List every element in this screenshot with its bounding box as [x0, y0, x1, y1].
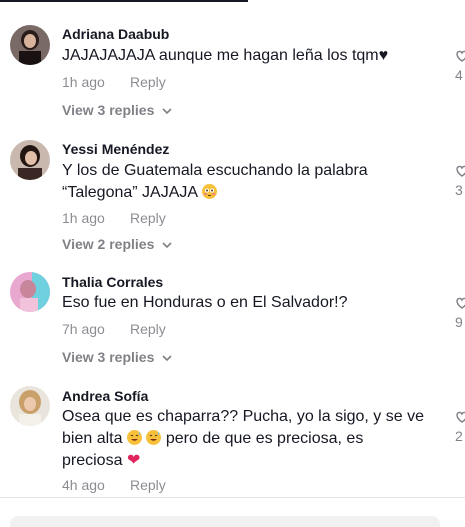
chevron-down-icon: [162, 242, 172, 248]
comment-username[interactable]: Yessi Menéndez: [62, 141, 169, 157]
like-count: 4: [455, 67, 463, 83]
comment-time: 7h ago: [62, 321, 105, 337]
add-comment-input[interactable]: [10, 516, 440, 527]
comment-time: 1h ago: [62, 74, 105, 90]
like-count: 9: [455, 314, 463, 330]
like-column: 9: [455, 296, 465, 330]
comment-text-line: Y los de Guatemala escuchando la palabra: [62, 162, 368, 179]
comment-time: 1h ago: [62, 210, 105, 226]
view-replies-label: View 3 replies: [62, 349, 155, 365]
view-replies-label: View 3 replies: [62, 102, 155, 118]
comment-text-line-2: “Talegona” JAJAJA: [62, 182, 437, 204]
avatar[interactable]: [10, 272, 50, 312]
comment-text-fragment: pero de que es preciosa, es: [165, 430, 364, 447]
comment-meta: 4h ago Reply: [62, 477, 166, 493]
comment-text-line-2: bien alta pero de que es preciosa, es: [62, 428, 437, 450]
heart-outline-icon[interactable]: [455, 410, 465, 424]
avatar[interactable]: [10, 140, 50, 180]
like-column: 4: [455, 49, 465, 83]
view-replies-label: View 2 replies: [62, 236, 155, 252]
comment-time: 4h ago: [62, 477, 105, 493]
chevron-down-icon: [162, 355, 172, 361]
like-column: 3: [455, 164, 465, 198]
comment-username[interactable]: Thalia Corrales: [62, 274, 163, 290]
reply-button[interactable]: Reply: [130, 477, 166, 493]
reply-button[interactable]: Reply: [130, 321, 166, 337]
comment-text-fragment: “Talegona” JAJAJA: [62, 184, 198, 201]
red-heart-emoji-icon: ❤: [126, 452, 141, 469]
smiling-sweat-emoji-icon: [146, 430, 162, 445]
view-replies-button[interactable]: View 3 replies: [62, 349, 172, 365]
flushed-emoji-icon: [201, 184, 217, 199]
active-tab-indicator: [0, 0, 248, 2]
comment-text: Y los de Guatemala escuchando la palabra…: [62, 160, 437, 204]
comment-text-line: JAJAJAJAJA aunque me hagan leña los tqm♥: [62, 47, 389, 64]
comment-username[interactable]: Andrea Sofía: [62, 388, 148, 404]
comment-text-line: Osea que es chaparra?? Pucha, yo la sigo…: [62, 408, 424, 425]
comment-meta: 1h ago Reply: [62, 74, 166, 90]
avatar[interactable]: [10, 25, 50, 65]
comment-text-fragment: preciosa: [62, 452, 123, 469]
comment-text-line-3: preciosa ❤: [62, 450, 437, 472]
like-count: 3: [455, 182, 463, 198]
avatar[interactable]: [10, 386, 50, 426]
smiling-sweat-emoji-icon: [126, 430, 142, 445]
view-replies-button[interactable]: View 3 replies: [62, 102, 172, 118]
heart-outline-icon[interactable]: [455, 296, 465, 310]
comments-panel: Adriana Daabub JAJAJAJAJA aunque me haga…: [0, 0, 465, 527]
comment-text: Eso fue en Honduras o en El Salvador!?: [62, 292, 437, 314]
divider: [0, 497, 465, 498]
comment-text-line: Eso fue en Honduras o en El Salvador!?: [62, 294, 348, 311]
reply-button[interactable]: Reply: [130, 210, 166, 226]
heart-outline-icon[interactable]: [455, 164, 465, 178]
view-replies-button[interactable]: View 2 replies: [62, 236, 172, 252]
chevron-down-icon: [162, 108, 172, 114]
comment-text-fragment: bien alta: [62, 430, 123, 447]
comment-text: Osea que es chaparra?? Pucha, yo la sigo…: [62, 406, 437, 472]
reply-button[interactable]: Reply: [130, 74, 166, 90]
comment-username[interactable]: Adriana Daabub: [62, 26, 169, 42]
comment-meta: 1h ago Reply: [62, 210, 166, 226]
like-column: 2: [455, 410, 465, 444]
heart-outline-icon[interactable]: [455, 49, 465, 63]
comment-meta: 7h ago Reply: [62, 321, 166, 337]
like-count: 2: [455, 428, 463, 444]
comment-text: JAJAJAJAJA aunque me hagan leña los tqm♥: [62, 45, 437, 67]
